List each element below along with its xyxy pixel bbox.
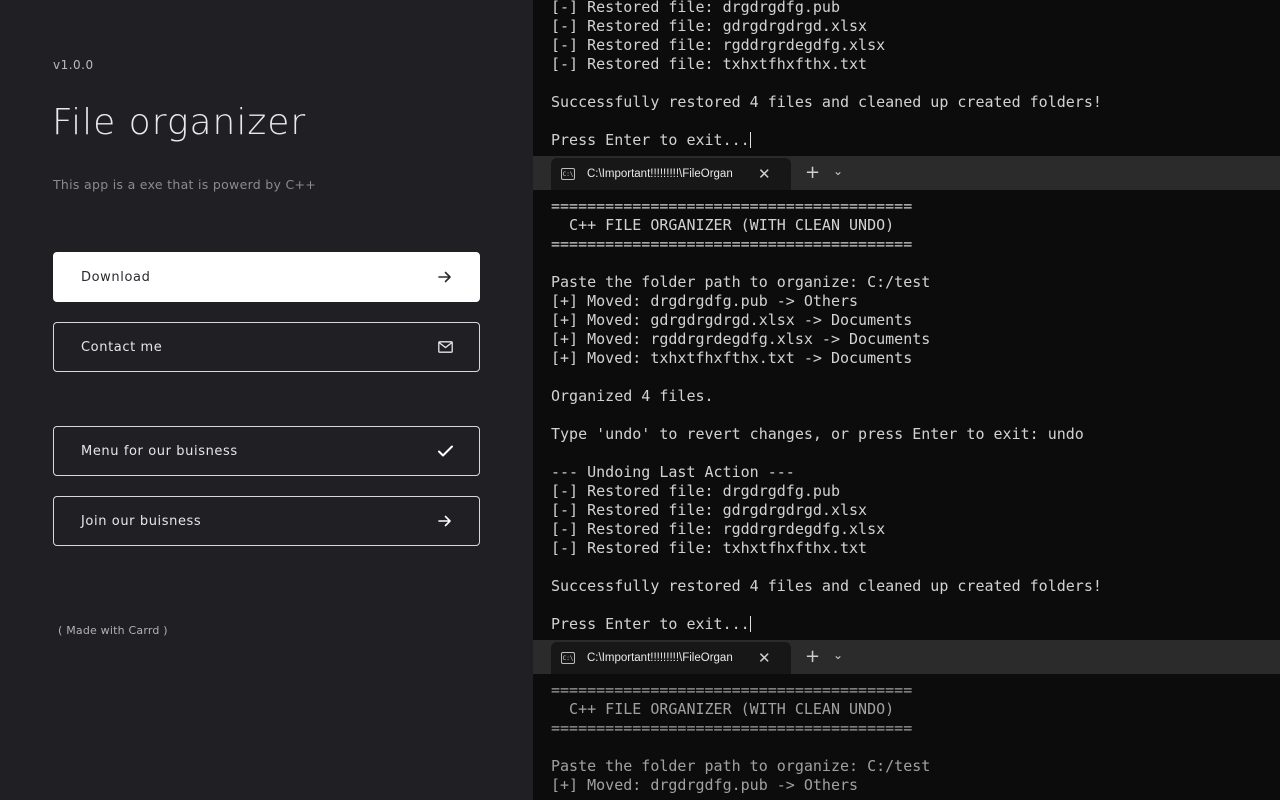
terminal-line: Successfully restored 4 files and cleane… <box>551 93 1102 111</box>
download-button[interactable]: Download <box>53 252 480 302</box>
new-tab-icon[interactable]: + <box>805 162 820 183</box>
terminal-line: --- Undoing Last Action --- <box>551 463 795 481</box>
terminal-line: [-] Restored file: rgddrgrdegdfg.xlsx <box>551 36 886 54</box>
terminal-tab-bar: C:\ C:\Important!!!!!!!!!\FileOrgan ✕ + … <box>533 640 1280 674</box>
envelope-icon <box>437 339 453 355</box>
new-tab-icon[interactable]: + <box>805 646 820 667</box>
join-business-button-label: Join our buisness <box>81 513 202 529</box>
checkmark-icon <box>437 443 453 459</box>
terminal-output-top: [-] Restored file: drgdrgdfg.pub [-] Rest… <box>551 0 1102 150</box>
terminal-line: [-] Restored file: gdrgdrgdrgd.xlsx <box>551 501 868 519</box>
terminal-icon: C:\ <box>561 652 575 664</box>
terminal-tab-title: C:\Important!!!!!!!!!\FileOrgan <box>587 168 733 180</box>
terminal-line: C++ FILE ORGANIZER (WITH CLEAN UNDO) <box>551 700 895 718</box>
terminal-line: [-] Restored file: rgddrgrdegdfg.xlsx <box>551 520 886 538</box>
terminal-line: ======================================== <box>551 235 913 253</box>
made-with-carrd-link[interactable]: ( Made with Carrd ) <box>58 624 168 637</box>
chevron-down-icon[interactable]: ⌄ <box>833 648 843 662</box>
terminal-line: ======================================== <box>551 197 913 215</box>
terminal-line: ======================================== <box>551 719 913 737</box>
menu-button-label: Menu for our buisness <box>81 443 238 459</box>
terminal-line: ======================================== <box>551 681 913 699</box>
text-cursor <box>749 132 751 148</box>
terminal-line: [-] Restored file: drgdrgdfg.pub <box>551 0 840 16</box>
join-business-button[interactable]: Join our buisness <box>53 496 480 546</box>
chevron-down-icon[interactable]: ⌄ <box>833 164 843 178</box>
terminal-line: [-] Restored file: drgdrgdfg.pub <box>551 482 840 500</box>
terminal-line: Organized 4 files. <box>551 387 714 405</box>
left-panel: v1.0.0 File organizer This app is a exe … <box>0 0 533 800</box>
terminal-line: [+] Moved: txhxtfhxfthx.txt -> Documents <box>551 349 913 367</box>
terminal-output-middle: ========================================… <box>551 197 1102 634</box>
contact-me-button[interactable]: Contact me <box>53 322 480 372</box>
terminal-line: [+] Moved: gdrgdrgdrgd.xlsx -> Documents <box>551 311 913 329</box>
terminal-screenshot: [-] Restored file: drgdrgdfg.pub [-] Rest… <box>533 0 1280 800</box>
menu-button[interactable]: Menu for our buisness <box>53 426 480 476</box>
terminal-line: Type 'undo' to revert changes, or press … <box>551 425 1084 443</box>
terminal-line: [-] Restored file: txhxtfhxfthx.txt <box>551 539 868 557</box>
terminal-line: [+] Moved: drgdrgdfg.pub -> Others <box>551 292 859 310</box>
terminal-line: Press Enter to exit... <box>551 615 751 633</box>
page-title: File organizer <box>52 102 307 143</box>
arrow-right-icon <box>437 269 453 285</box>
contact-me-button-label: Contact me <box>81 339 163 355</box>
download-button-label: Download <box>81 269 151 285</box>
terminal-line: Paste the folder path to organize: C:/te… <box>551 273 931 291</box>
terminal-line: Press Enter to exit... <box>551 131 751 149</box>
terminal-tab[interactable]: C:\ C:\Important!!!!!!!!!\FileOrgan ✕ <box>551 642 791 674</box>
version-label: v1.0.0 <box>53 58 94 72</box>
terminal-line: Successfully restored 4 files and cleane… <box>551 577 1102 595</box>
close-icon[interactable]: ✕ <box>758 165 771 183</box>
terminal-line: [+] Moved: drgdrgdfg.pub -> Others <box>551 776 859 794</box>
arrow-right-icon <box>437 513 453 529</box>
page-subtitle: This app is a exe that is powerd by C++ <box>53 177 317 192</box>
terminal-line: C++ FILE ORGANIZER (WITH CLEAN UNDO) <box>551 216 895 234</box>
terminal-output-bottom: ========================================… <box>551 681 930 795</box>
terminal-line: [-] Restored file: gdrgdrgdrgd.xlsx <box>551 17 868 35</box>
text-cursor <box>749 616 751 632</box>
close-icon[interactable]: ✕ <box>758 649 771 667</box>
terminal-line: Paste the folder path to organize: C:/te… <box>551 757 931 775</box>
terminal-tab[interactable]: C:\ C:\Important!!!!!!!!!\FileOrgan ✕ <box>551 158 791 190</box>
terminal-icon: C:\ <box>561 168 575 180</box>
terminal-line: [+] Moved: rgddrgrdegdfg.xlsx -> Documen… <box>551 330 931 348</box>
terminal-tab-title: C:\Important!!!!!!!!!\FileOrgan <box>587 652 733 664</box>
terminal-tab-bar: C:\ C:\Important!!!!!!!!!\FileOrgan ✕ + … <box>533 156 1280 190</box>
terminal-line: [-] Restored file: txhxtfhxfthx.txt <box>551 55 868 73</box>
